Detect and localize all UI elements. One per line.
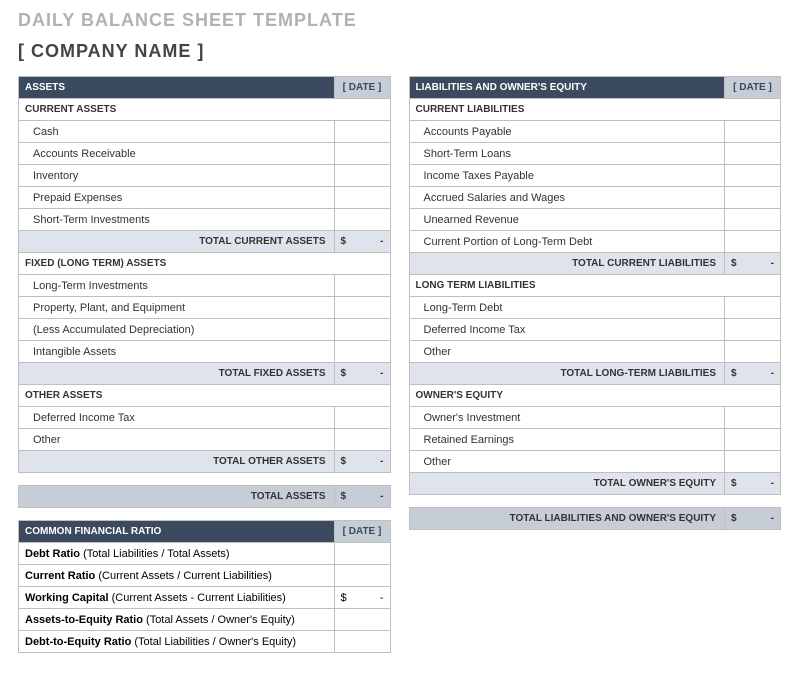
section-current-assets: CURRENT ASSETS	[19, 99, 391, 121]
value-cell[interactable]	[334, 121, 390, 143]
assets-header: ASSETS	[19, 77, 335, 99]
liabilities-header: LIABILITIES AND OWNER'S EQUITY	[409, 77, 725, 99]
value-cell[interactable]	[725, 231, 781, 253]
ratio-wc: Working Capital (Current Assets - Curren…	[19, 587, 335, 609]
total-assets-label: TOTAL ASSETS	[19, 486, 335, 508]
value-cell[interactable]	[725, 319, 781, 341]
section-other-assets: OTHER ASSETS	[19, 385, 391, 407]
ratio-dte-value[interactable]	[334, 631, 390, 653]
total-lt-liab-label: TOTAL LONG-TERM LIABILITIES	[409, 363, 725, 385]
total-assets-table: TOTAL ASSETS$-	[18, 485, 391, 508]
total-other-assets-value: $-	[334, 451, 390, 473]
value-cell[interactable]	[334, 275, 390, 297]
value-cell[interactable]	[725, 121, 781, 143]
value-cell[interactable]	[334, 297, 390, 319]
value-cell[interactable]	[725, 297, 781, 319]
section-fixed-assets: FIXED (LONG TERM) ASSETS	[19, 253, 391, 275]
total-equity-label: TOTAL OWNER'S EQUITY	[409, 473, 725, 495]
total-lt-liab-value: $-	[725, 363, 781, 385]
total-fixed-assets-value: $-	[334, 363, 390, 385]
item-other-liab: Other	[409, 341, 725, 363]
liabilities-date-header: [ DATE ]	[725, 77, 781, 99]
total-current-liab-label: TOTAL CURRENT LIABILITIES	[409, 253, 725, 275]
total-current-assets-label: TOTAL CURRENT ASSETS	[19, 231, 335, 253]
item-ltdebt: Long-Term Debt	[409, 297, 725, 319]
item-ltinv: Long-Term Investments	[19, 275, 335, 297]
ratio-ate-value[interactable]	[334, 609, 390, 631]
item-cash: Cash	[19, 121, 335, 143]
total-liab-equity-table: TOTAL LIABILITIES AND OWNER'S EQUITY$-	[409, 507, 782, 530]
item-curltd: Current Portion of Long-Term Debt	[409, 231, 725, 253]
value-cell[interactable]	[725, 451, 781, 473]
ratio-debt: Debt Ratio (Total Liabilities / Total As…	[19, 543, 335, 565]
value-cell[interactable]	[334, 429, 390, 451]
item-prepaid: Prepaid Expenses	[19, 187, 335, 209]
ratio-debt-value[interactable]	[334, 543, 390, 565]
item-dep: (Less Accumulated Depreciation)	[19, 319, 335, 341]
value-cell[interactable]	[725, 165, 781, 187]
value-cell[interactable]	[334, 165, 390, 187]
assets-date-header: [ DATE ]	[334, 77, 390, 99]
item-inventory: Inventory	[19, 165, 335, 187]
value-cell[interactable]	[725, 187, 781, 209]
section-equity: OWNER'S EQUITY	[409, 385, 781, 407]
total-other-assets-label: TOTAL OTHER ASSETS	[19, 451, 335, 473]
item-stloans: Short-Term Loans	[409, 143, 725, 165]
value-cell[interactable]	[725, 429, 781, 451]
item-ppe: Property, Plant, and Equipment	[19, 297, 335, 319]
item-retained: Retained Earnings	[409, 429, 725, 451]
item-other-eq: Other	[409, 451, 725, 473]
item-ap: Accounts Payable	[409, 121, 725, 143]
total-assets-value: $-	[334, 486, 390, 508]
assets-table: ASSETS [ DATE ] CURRENT ASSETS Cash Acco…	[18, 76, 391, 473]
item-unearned: Unearned Revenue	[409, 209, 725, 231]
company-name: [ COMPANY NAME ]	[18, 41, 781, 62]
value-cell[interactable]	[334, 187, 390, 209]
ratio-ate: Assets-to-Equity Ratio (Total Assets / O…	[19, 609, 335, 631]
ratios-header: COMMON FINANCIAL RATIO	[19, 521, 335, 543]
ratio-current: Current Ratio (Current Assets / Current …	[19, 565, 335, 587]
total-fixed-assets-label: TOTAL FIXED ASSETS	[19, 363, 335, 385]
ratios-date-header: [ DATE ]	[334, 521, 390, 543]
ratio-dte: Debt-to-Equity Ratio (Total Liabilities …	[19, 631, 335, 653]
value-cell[interactable]	[725, 407, 781, 429]
total-liab-equity-value: $-	[725, 508, 781, 530]
item-ownerinv: Owner's Investment	[409, 407, 725, 429]
page-title: DAILY BALANCE SHEET TEMPLATE	[18, 10, 781, 31]
ratio-current-value[interactable]	[334, 565, 390, 587]
value-cell[interactable]	[725, 143, 781, 165]
value-cell[interactable]	[334, 407, 390, 429]
item-accsal: Accrued Salaries and Wages	[409, 187, 725, 209]
value-cell[interactable]	[725, 341, 781, 363]
item-stinv: Short-Term Investments	[19, 209, 335, 231]
value-cell[interactable]	[334, 319, 390, 341]
total-current-assets-value: $-	[334, 231, 390, 253]
item-intangible: Intangible Assets	[19, 341, 335, 363]
total-liab-equity-label: TOTAL LIABILITIES AND OWNER'S EQUITY	[409, 508, 725, 530]
ratios-table: COMMON FINANCIAL RATIO [ DATE ] Debt Rat…	[18, 520, 391, 653]
section-lt-liab: LONG TERM LIABILITIES	[409, 275, 781, 297]
item-deftax: Deferred Income Tax	[19, 407, 335, 429]
value-cell[interactable]	[334, 341, 390, 363]
item-deftax2: Deferred Income Tax	[409, 319, 725, 341]
value-cell[interactable]	[334, 209, 390, 231]
ratio-wc-value: $-	[334, 587, 390, 609]
item-inctax: Income Taxes Payable	[409, 165, 725, 187]
value-cell[interactable]	[725, 209, 781, 231]
total-equity-value: $-	[725, 473, 781, 495]
item-other-asset: Other	[19, 429, 335, 451]
value-cell[interactable]	[334, 143, 390, 165]
section-current-liab: CURRENT LIABILITIES	[409, 99, 781, 121]
total-current-liab-value: $-	[725, 253, 781, 275]
liabilities-table: LIABILITIES AND OWNER'S EQUITY [ DATE ] …	[409, 76, 782, 495]
item-ar: Accounts Receivable	[19, 143, 335, 165]
